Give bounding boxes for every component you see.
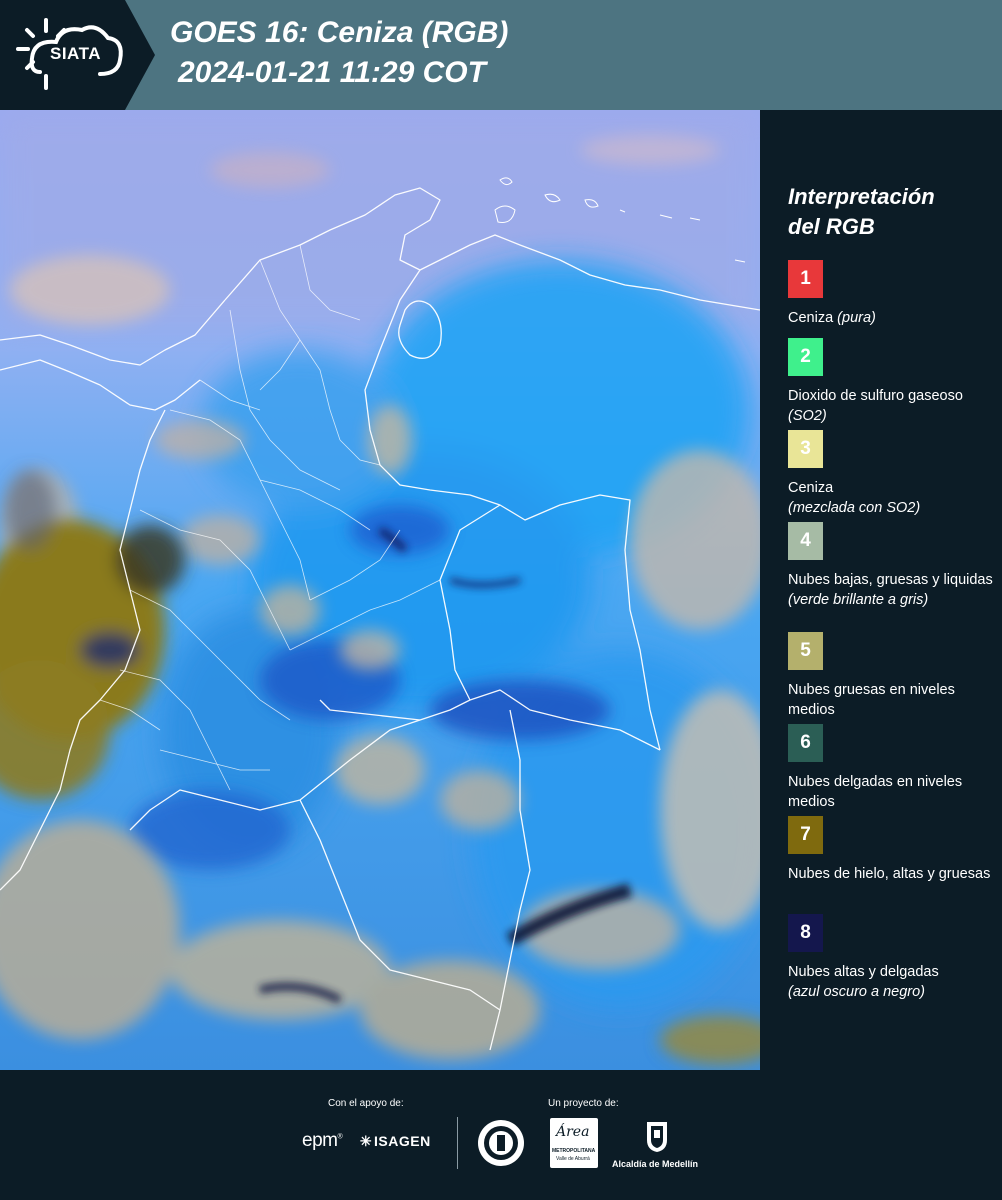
legend-item-3: 3 Ceniza (mezclada con SO2) (788, 430, 998, 518)
footer-sponsors: Con el apoyo de: Un proyecto de: epm® ✳ I… (0, 1070, 1002, 1200)
legend-item-7: 7 Nubes de hielo, altas y gruesas (788, 816, 998, 884)
siata-seal-icon (478, 1120, 524, 1166)
isagen-logo-text: ISAGEN (374, 1133, 431, 1149)
medellin-coat-of-arms-icon (647, 1122, 667, 1152)
alcaldia-label: Alcaldía de Medellín (612, 1159, 699, 1169)
legend-swatch-5: 5 (788, 632, 823, 670)
legend-text-3: Ceniza (788, 480, 834, 496)
legend-swatch-1: 1 (788, 260, 823, 298)
legend-title-line1: Interpretación (788, 184, 935, 209)
legend-note-3: (mezclada con SO2) (788, 500, 921, 516)
legend-swatch-8: 8 (788, 914, 823, 952)
legend-desc-6: Nubes delgadas en niveles medios (788, 774, 963, 810)
legend-title-line2: del RGB (788, 214, 875, 239)
legend-swatch-7: 7 (788, 816, 823, 854)
page-title: GOES 16: Ceniza (RGB) (170, 16, 509, 49)
legend-text-2: Dioxido de sulfuro gaseoso (788, 388, 963, 404)
legend-swatch-6: 6 (788, 724, 823, 762)
area-logo-text: Área (556, 1124, 590, 1140)
satellite-product-page: { "header": { "logo_text": "SIATA", "tit… (0, 0, 1002, 1200)
legend-swatch-4: 4 (788, 522, 823, 560)
legend-desc-3: Ceniza (mezclada con SO2) (788, 478, 998, 518)
header-bar: SIATA GOES 16: Ceniza (RGB) 2024-01-21 1… (0, 0, 1002, 110)
isagen-mark-icon: ✳ (359, 1133, 373, 1149)
siata-logo-text: SIATA (50, 44, 101, 63)
legend-text-8: Nubes altas y delgadas (788, 964, 939, 980)
legend-text-1: Ceniza (788, 310, 838, 326)
siata-logo: SIATA (0, 0, 155, 110)
legend-item-8: 8 Nubes altas y delgadas (azul oscuro a n… (788, 914, 998, 1002)
support-label: Con el apoyo de: (328, 1098, 404, 1109)
legend-note-8: (azul oscuro a negro) (788, 984, 926, 1000)
rgb-legend-panel: Interpretación del RGB 1 Ceniza (pura) 2… (760, 110, 1002, 1070)
legend-desc-7: Nubes de hielo, altas y gruesas (788, 866, 991, 882)
legend-swatch-3: 3 (788, 430, 823, 468)
legend-item-4: 4 Nubes bajas, gruesas y liquidas (verde … (788, 522, 998, 610)
legend-item-1: 1 Ceniza (pura) (788, 260, 998, 328)
legend-text-4: Nubes bajas, gruesas y liquidas (788, 572, 993, 588)
legend-desc-8: Nubes altas y delgadas (azul oscuro a neg… (788, 962, 998, 1002)
legend-note-1: (pura) (837, 310, 876, 326)
satellite-map-image (0, 110, 760, 1070)
legend-item-5: 5 Nubes gruesas en niveles medios (788, 632, 998, 720)
legend-note-2: (SO2) (788, 408, 827, 424)
legend-swatch-2: 2 (788, 338, 823, 376)
legend-desc-4: Nubes bajas, gruesas y liquidas (verde br… (788, 570, 998, 610)
area-logo-sub2: Valle de Aburrá (556, 1156, 590, 1162)
legend-note-4: (verde brillante a gris) (788, 592, 929, 608)
legend-desc-5: Nubes gruesas en niveles medios (788, 682, 955, 718)
area-metropolitana-logo: Área METROPOLITANA Valle de Aburrá (550, 1118, 598, 1168)
legend-item-2: 2 Dioxido de sulfuro gaseoso (SO2) (788, 338, 998, 426)
project-label: Un proyecto de: (548, 1098, 619, 1109)
epm-logo-text: epm (302, 1130, 338, 1151)
legend-title: Interpretación del RGB (788, 182, 988, 242)
legend-item-6: 6 Nubes delgadas en niveles medios (788, 724, 998, 812)
epm-logo: epm® (302, 1130, 343, 1151)
page-timestamp: 2024-01-21 11:29 COT (178, 56, 486, 89)
legend-desc-1: Ceniza (pura) (788, 308, 998, 328)
rgb-ash-composite-map (0, 110, 760, 1070)
footer-divider (457, 1117, 458, 1169)
legend-desc-2: Dioxido de sulfuro gaseoso (SO2) (788, 386, 998, 426)
isagen-logo: ✳ ISAGEN (358, 1133, 431, 1150)
area-logo-sub1: METROPOLITANA (552, 1148, 596, 1154)
